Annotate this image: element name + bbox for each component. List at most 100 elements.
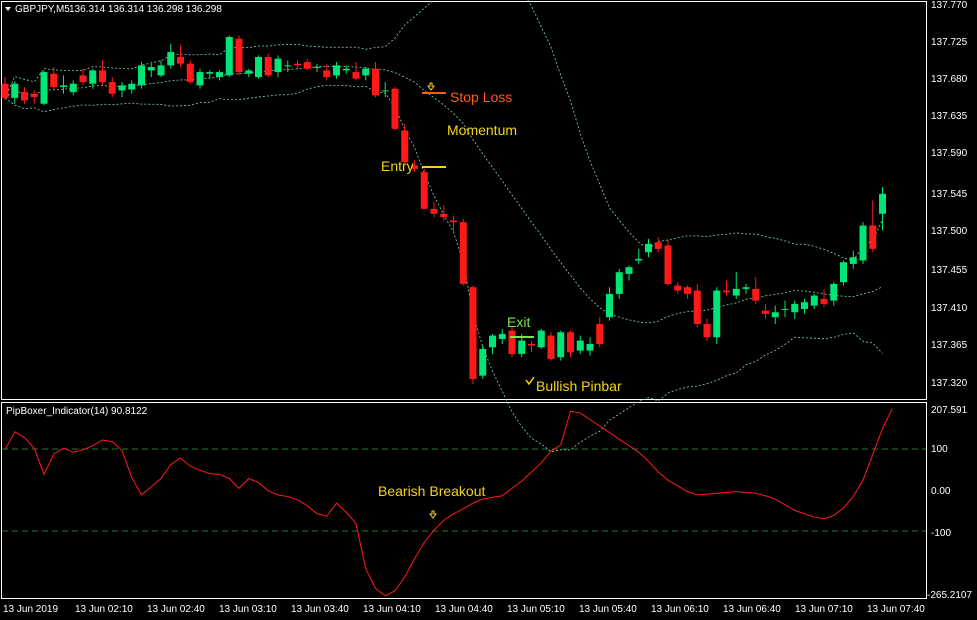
candle-body — [294, 63, 301, 66]
candle[interactable] — [664, 240, 672, 286]
entry-label: Entry — [381, 158, 414, 174]
candle-body — [21, 92, 28, 101]
time-tick: 13 Jun 07:10 — [795, 604, 853, 615]
candle-body — [498, 333, 506, 339]
candle[interactable] — [713, 287, 721, 344]
candle-body — [450, 220, 457, 223]
candle-body — [752, 288, 760, 301]
candle[interactable] — [859, 222, 867, 264]
candle-body — [674, 285, 682, 291]
candle[interactable] — [479, 345, 487, 379]
candle[interactable] — [40, 70, 48, 106]
candle-body — [879, 193, 886, 214]
price-tick: 137.590 — [931, 148, 968, 159]
indicator-axis-tick: -100 — [931, 528, 951, 539]
candle-body — [684, 287, 691, 294]
chart-window: GBPJPY,M5 136.314 136.314 136.298 136.29… — [0, 0, 977, 620]
candle-body — [869, 225, 877, 249]
candle-body — [372, 68, 379, 96]
indicator-axis-tick: 100 — [931, 444, 948, 455]
candle-body — [645, 243, 652, 253]
candle-body — [537, 330, 545, 348]
candle-body — [713, 290, 721, 338]
candle-body — [801, 302, 808, 309]
candle-body — [762, 310, 769, 314]
candle[interactable] — [391, 87, 399, 131]
candle-body — [810, 295, 818, 306]
price-tick: 137.545 — [931, 189, 968, 200]
candle-body — [693, 290, 701, 324]
candle-body — [489, 335, 496, 348]
candle-body — [479, 348, 487, 376]
candle-body — [518, 340, 526, 354]
candle-body — [703, 323, 711, 338]
candle-body — [196, 72, 204, 86]
candle-body — [859, 225, 867, 261]
time-tick: 13 Jun 03:10 — [219, 604, 277, 615]
candle-body — [567, 332, 574, 353]
candle[interactable] — [138, 62, 145, 89]
candle[interactable] — [459, 218, 467, 286]
time-tick: 13 Jun 05:40 — [579, 604, 637, 615]
candle-body — [742, 287, 750, 289]
momentum-label: Momentum — [447, 122, 517, 138]
candle-body — [625, 267, 633, 274]
candle[interactable] — [840, 260, 847, 286]
price-tick: 137.635 — [931, 111, 968, 122]
indicator-title: PipBoxer_Indicator(14) 90.8122 — [6, 406, 148, 417]
candle-body — [635, 258, 643, 261]
candle-body — [11, 83, 19, 98]
candle-body — [576, 340, 584, 351]
candle[interactable] — [186, 60, 194, 84]
candle-body — [108, 82, 116, 94]
candle[interactable] — [547, 332, 555, 361]
candle-body — [303, 62, 311, 69]
time-tick: 13 Jun 03:40 — [291, 604, 349, 615]
candle[interactable] — [235, 35, 243, 76]
candle-body — [615, 272, 623, 294]
candle[interactable] — [225, 35, 233, 78]
candle-body — [469, 287, 477, 379]
candle[interactable] — [264, 53, 272, 78]
candle-body — [69, 83, 77, 93]
candle[interactable] — [469, 285, 477, 384]
candle[interactable] — [255, 55, 262, 79]
candle-body — [333, 65, 340, 76]
bullish-pinbar-label: Bullish Pinbar — [536, 378, 622, 394]
candle-body — [771, 312, 779, 318]
candle-body — [391, 88, 399, 129]
candle-body — [528, 343, 535, 346]
time-tick: 13 Jun 06:10 — [651, 604, 709, 615]
candle-body — [157, 65, 165, 76]
candle-body — [128, 83, 136, 90]
candle-body — [654, 242, 662, 249]
time-tick: 13 Jun 05:10 — [507, 604, 565, 615]
symbol-label[interactable]: GBPJPY,M5 — [15, 4, 70, 15]
candle-body — [342, 68, 350, 71]
candle-body — [30, 93, 38, 98]
price-tick: 137.680 — [931, 74, 968, 85]
candle-body — [586, 343, 594, 351]
price-tick: 137.725 — [931, 37, 968, 48]
candle-body — [264, 57, 272, 76]
candle-body — [723, 290, 730, 293]
candle[interactable] — [537, 328, 545, 349]
time-tick: 13 Jun 2019 — [3, 604, 58, 615]
candle-body — [177, 57, 184, 64]
candle-body — [362, 68, 370, 76]
indicator-axis-tick: 0.00 — [931, 486, 951, 497]
candle-body — [547, 335, 555, 359]
price-tick: 137.320 — [931, 378, 968, 389]
candle-body — [381, 90, 389, 92]
candle-body — [284, 65, 292, 67]
time-tick: 13 Jun 02:40 — [147, 604, 205, 615]
stop-loss-label: Stop Loss — [450, 89, 512, 105]
candle-body — [440, 213, 448, 218]
candle[interactable] — [557, 330, 565, 361]
candle-body — [235, 38, 243, 73]
candle-body — [50, 73, 58, 88]
bearish-breakout-label: Bearish Breakout — [378, 483, 486, 499]
candle[interactable] — [420, 168, 428, 209]
candle-body — [791, 303, 799, 313]
candle[interactable] — [508, 327, 516, 358]
